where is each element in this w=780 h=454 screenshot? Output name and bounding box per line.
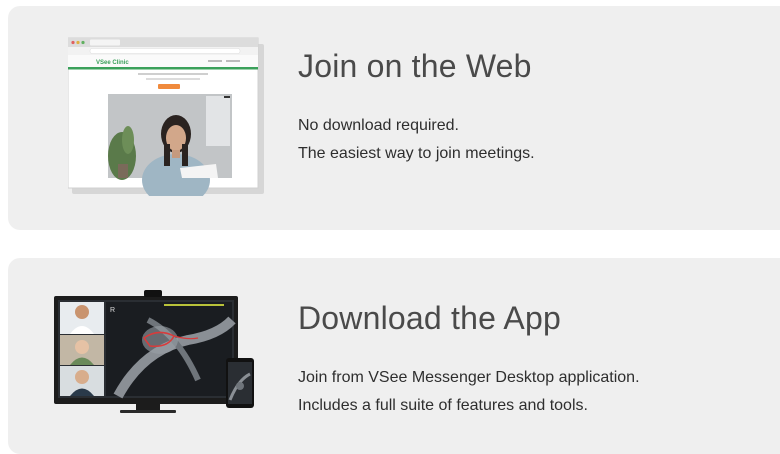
- download-app-desc-line-2: Includes a full suite of features and to…: [298, 397, 588, 414]
- browser-video-call-illustration: VSee Clinic: [68, 37, 264, 196]
- desktop-app-illustration: R: [54, 290, 254, 413]
- join-web-desc-line-1: No download required.: [298, 117, 459, 134]
- join-web-card[interactable]: VSee Clinic Join on the Web No download …: [8, 6, 780, 230]
- join-web-title: Join on the Web: [298, 48, 532, 84]
- thumb-brand-text: VSee Clinic: [96, 60, 129, 66]
- join-web-desc-line-2: The easiest way to join meetings.: [298, 145, 535, 162]
- join-web-description: No download required. The easiest way to…: [298, 112, 535, 168]
- download-app-card[interactable]: R Download the App Join from VSee Messen…: [8, 258, 780, 454]
- download-app-description: Join from VSee Messenger Desktop applica…: [298, 364, 640, 420]
- download-app-desc-line-1: Join from VSee Messenger Desktop applica…: [298, 369, 640, 386]
- download-app-title: Download the App: [298, 300, 561, 336]
- xray-marker-label: R: [110, 307, 115, 314]
